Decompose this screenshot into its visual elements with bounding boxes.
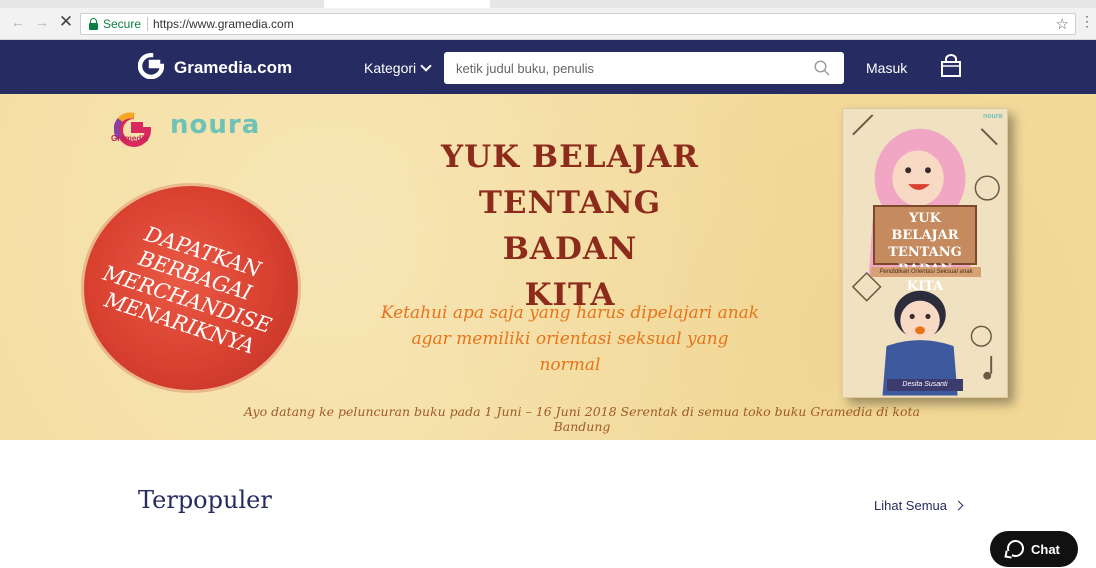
star-icon[interactable]: ☆: [1056, 15, 1069, 33]
launch-info: Ayo datang ke peluncuran buku pada 1 Jun…: [244, 404, 920, 434]
login-link[interactable]: Masuk: [866, 60, 907, 76]
merchandise-badge: DAPATKAN BERBAGAI MERCHANDISE MENARIKNYA: [84, 186, 298, 390]
book-publisher: noura: [983, 113, 1003, 120]
gramedia-logo-icon[interactable]: [138, 53, 164, 79]
menu-icon[interactable]: ⋮: [1080, 13, 1094, 30]
subline-line: agar memiliki orientasi seksual yang nor…: [411, 329, 729, 375]
gramedia-g-logo-icon: [114, 112, 152, 147]
forward-icon[interactable]: →: [34, 14, 50, 30]
search-icon[interactable]: [814, 60, 830, 76]
chevron-right-icon: [953, 500, 964, 511]
search-box: [444, 52, 844, 84]
active-tab[interactable]: [324, 0, 490, 8]
book-title-line: YUK BELAJAR: [891, 211, 959, 243]
chevron-down-icon: [420, 60, 432, 72]
back-icon[interactable]: ←: [10, 14, 26, 30]
headline-line: TENTANG BADAN: [478, 185, 662, 267]
book-author: Desita Susanti: [887, 379, 963, 391]
see-all-link[interactable]: Lihat Semua: [874, 498, 964, 513]
address-divider: [147, 17, 148, 31]
subline-line: Ketahui apa saja yang harus dipelajari a…: [380, 303, 760, 323]
secure-label: Secure: [103, 17, 142, 31]
headline-line: YUK BELAJAR: [440, 139, 700, 175]
book-title: YUK BELAJAR TENTANG BADAN KITA: [873, 205, 977, 294]
search-input[interactable]: [456, 52, 796, 84]
site-header: Gramedia.com Kategori Masuk: [0, 40, 1096, 94]
shopping-bag-icon[interactable]: [940, 54, 962, 78]
browser-toolbar: ← → ✕ Secure https://www.gramedia.com ☆ …: [0, 0, 1096, 40]
section-title-terpopuler: Terpopuler: [138, 486, 272, 514]
stop-icon[interactable]: ✕: [58, 13, 74, 30]
chat-bubble-icon: [1007, 540, 1024, 557]
gramedia-logo-label: Gramedia: [111, 134, 148, 143]
tab-strip: [0, 0, 1096, 8]
see-all-label: Lihat Semua: [874, 498, 947, 513]
lock-icon: [89, 18, 98, 30]
logo-text[interactable]: Gramedia.com: [174, 58, 292, 78]
book-subtitle: Pendidikan Orientasi Seksual anak: [871, 267, 981, 277]
promo-banner[interactable]: Gramedia noura DAPATKAN BERBAGAI MERCHAN…: [0, 94, 1096, 440]
chat-button[interactable]: Chat: [990, 531, 1078, 567]
book-cover[interactable]: noura YUK BELAJAR TENTANG BADAN KITA Pen…: [842, 108, 1008, 398]
noura-logo: noura: [170, 110, 261, 140]
url-text[interactable]: https://www.gramedia.com: [153, 17, 294, 31]
chat-label: Chat: [1031, 542, 1060, 557]
kategori-dropdown[interactable]: Kategori: [364, 60, 432, 76]
banner-headline: YUK BELAJAR TENTANG BADAN KITA: [410, 134, 730, 318]
kategori-label: Kategori: [364, 60, 417, 76]
book-title-line: KITA: [906, 279, 944, 294]
address-bar[interactable]: Secure https://www.gramedia.com ☆: [80, 13, 1076, 35]
banner-subline: Ketahui apa saja yang harus dipelajari a…: [380, 300, 760, 378]
